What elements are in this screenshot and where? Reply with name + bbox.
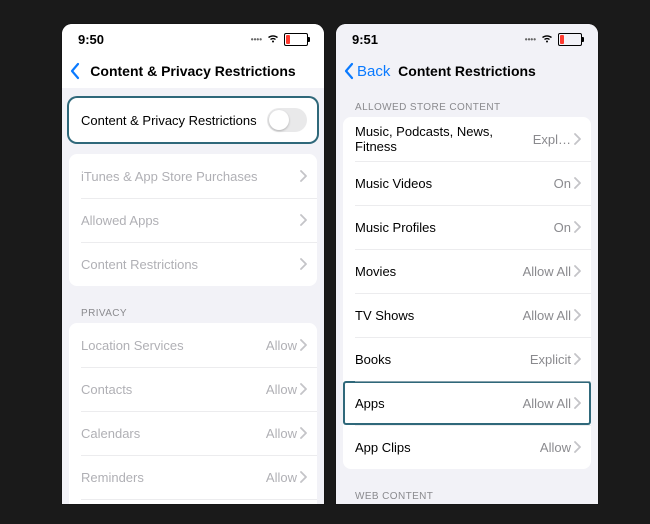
- row-label: TV Shows: [355, 308, 523, 323]
- status-icons: ••••: [525, 32, 582, 47]
- chevron-right-icon: [573, 221, 581, 233]
- phone-right: 9:51 •••• Back Content Restrictions ALLO…: [336, 24, 598, 504]
- row-label: Contacts: [81, 382, 266, 397]
- row-label: Reminders: [81, 470, 266, 485]
- list-row[interactable]: Location ServicesAllow: [69, 323, 317, 367]
- row-label: Calendars: [81, 426, 266, 441]
- list-row[interactable]: Content Restrictions: [69, 242, 317, 286]
- list-row[interactable]: ContactsAllow: [69, 367, 317, 411]
- toggle-switch[interactable]: [267, 108, 307, 132]
- cellular-icon: ••••: [525, 35, 536, 44]
- back-label: Back: [357, 63, 390, 80]
- row-label: Music Profiles: [355, 220, 554, 235]
- row-value: Allow: [266, 470, 297, 485]
- chevron-right-icon: [299, 170, 307, 182]
- section-header-allowed: ALLOWED STORE CONTENT: [343, 92, 591, 117]
- list-row[interactable]: Music ProfilesOn: [343, 205, 591, 249]
- chevron-right-icon: [573, 397, 581, 409]
- row-value: Allow All: [523, 308, 571, 323]
- row-value: Allow: [266, 382, 297, 397]
- battery-icon: [558, 33, 582, 46]
- store-card: iTunes & App Store Purchases Allowed Apps…: [69, 154, 317, 286]
- privacy-card: Location ServicesAllowContactsAllowCalen…: [69, 323, 317, 504]
- status-time: 9:51: [352, 32, 378, 47]
- chevron-right-icon: [299, 471, 307, 483]
- status-time: 9:50: [78, 32, 104, 47]
- nav-bar: Content & Privacy Restrictions: [62, 54, 324, 88]
- status-icons: ••••: [251, 32, 308, 47]
- row-value: Allow: [266, 338, 297, 353]
- row-label: App Clips: [355, 440, 540, 455]
- list-row[interactable]: CalendarsAllow: [69, 411, 317, 455]
- chevron-left-icon: [342, 62, 356, 80]
- row-value: Allow: [266, 426, 297, 441]
- section-header-web: WEB CONTENT: [343, 481, 591, 504]
- list-row[interactable]: PhotosAllow: [69, 499, 317, 504]
- status-bar: 9:51 ••••: [336, 24, 598, 54]
- row-label: Movies: [355, 264, 523, 279]
- list-row[interactable]: MoviesAllow All: [343, 249, 591, 293]
- row-label: Location Services: [81, 338, 266, 353]
- list-row[interactable]: App ClipsAllow: [343, 425, 591, 469]
- list-row[interactable]: Music, Podcasts, News, FitnessExpl…: [343, 117, 591, 161]
- list-row[interactable]: RemindersAllow: [69, 455, 317, 499]
- list-row[interactable]: AppsAllow All: [343, 381, 591, 425]
- chevron-right-icon: [573, 133, 581, 145]
- chevron-right-icon: [299, 214, 307, 226]
- list-row[interactable]: iTunes & App Store Purchases: [69, 154, 317, 198]
- section-header-privacy: PRIVACY: [69, 298, 317, 323]
- row-value: Expl…: [533, 132, 571, 147]
- row-value: Allow All: [523, 396, 571, 411]
- back-button[interactable]: Back: [342, 54, 390, 88]
- chevron-right-icon: [299, 383, 307, 395]
- chevron-right-icon: [299, 339, 307, 351]
- list-row[interactable]: Allowed Apps: [69, 198, 317, 242]
- nav-bar: Back Content Restrictions: [336, 54, 598, 88]
- row-value: Allow: [540, 440, 571, 455]
- toggle-card: Content & Privacy Restrictions: [69, 98, 317, 142]
- wifi-icon: [266, 32, 280, 47]
- toggle-label: Content & Privacy Restrictions: [81, 113, 267, 128]
- page-title: Content & Privacy Restrictions: [62, 63, 324, 79]
- status-bar: 9:50 ••••: [62, 24, 324, 54]
- row-value: On: [554, 176, 571, 191]
- chevron-right-icon: [299, 258, 307, 270]
- row-value: Explicit: [530, 352, 571, 367]
- allowed-card: Music, Podcasts, News, FitnessExpl…Music…: [343, 117, 591, 469]
- row-label: Apps: [355, 396, 523, 411]
- chevron-right-icon: [573, 177, 581, 189]
- list-row[interactable]: Music VideosOn: [343, 161, 591, 205]
- row-value: On: [554, 220, 571, 235]
- chevron-right-icon: [573, 441, 581, 453]
- row-value: Allow All: [523, 264, 571, 279]
- chevron-right-icon: [573, 309, 581, 321]
- list-row[interactable]: TV ShowsAllow All: [343, 293, 591, 337]
- row-label: iTunes & App Store Purchases: [81, 169, 299, 184]
- battery-icon: [284, 33, 308, 46]
- row-label: Allowed Apps: [81, 213, 299, 228]
- phone-left: 9:50 •••• Content & Privacy Restrictions…: [62, 24, 324, 504]
- page-body: Content & Privacy Restrictions iTunes & …: [62, 88, 324, 504]
- chevron-right-icon: [573, 353, 581, 365]
- wifi-icon: [540, 32, 554, 47]
- row-label: Content Restrictions: [81, 257, 299, 272]
- row-label: Books: [355, 352, 530, 367]
- chevron-right-icon: [573, 265, 581, 277]
- chevron-right-icon: [299, 427, 307, 439]
- row-label: Music Videos: [355, 176, 554, 191]
- list-row[interactable]: BooksExplicit: [343, 337, 591, 381]
- chevron-left-icon: [68, 62, 82, 80]
- back-button[interactable]: [68, 54, 83, 88]
- content-privacy-toggle-row[interactable]: Content & Privacy Restrictions: [69, 98, 317, 142]
- cellular-icon: ••••: [251, 35, 262, 44]
- page-body: ALLOWED STORE CONTENT Music, Podcasts, N…: [336, 88, 598, 504]
- row-label: Music, Podcasts, News, Fitness: [355, 124, 533, 154]
